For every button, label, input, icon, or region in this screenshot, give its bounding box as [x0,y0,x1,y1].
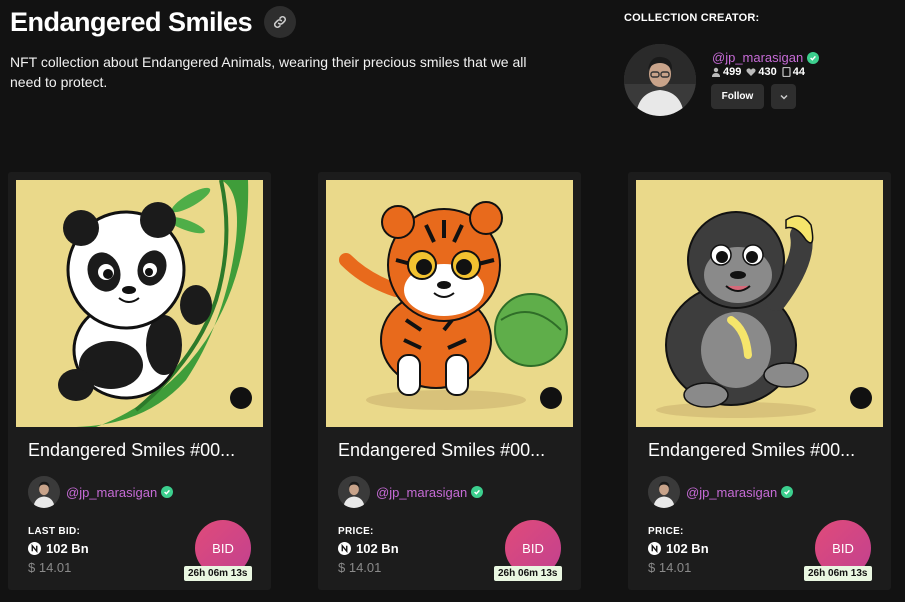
usd-price: $ 14.01 [28,560,72,575]
price-value: 102 Bn [46,541,89,556]
title-row: Endangered Smiles [10,6,297,38]
near-token-icon [28,542,41,555]
verified-icon [161,486,174,498]
near-token-icon [648,542,661,555]
copy-link-button[interactable] [264,6,297,38]
auction-timer: 26h 06m 13s [804,566,872,581]
likes-stat: 430 [746,66,777,78]
creator-handle[interactable]: @jp_marasigan [712,50,803,65]
price-label: PRICE: [648,526,684,537]
more-options-button[interactable] [771,84,796,109]
auction-timer: 26h 06m 13s [184,566,252,581]
nft-owner[interactable]: @jp_marasigan [28,476,174,508]
creator-handle-row[interactable]: @jp_marasigan [712,50,820,65]
items-stat: 44 [782,66,805,78]
owner-handle[interactable]: @jp_marasigan [686,485,777,500]
verified-icon [471,486,484,498]
usd-price: $ 14.01 [648,560,692,575]
heart-icon [746,68,756,76]
follow-button[interactable]: Follow [711,84,764,109]
user-icon [712,67,720,77]
price-label: LAST BID: [28,526,81,537]
owner-avatar[interactable] [648,476,680,508]
items-count: 44 [792,66,805,78]
auction-timer: 26h 06m 13s [494,566,562,581]
nft-card[interactable]: Endangered Smiles #00... @jp_marasigan L… [8,172,271,590]
creator-stats: 499 430 44 [711,66,810,78]
price-label: PRICE: [338,526,374,537]
link-icon [274,15,287,29]
followers-stat: 499 [711,66,741,78]
creator-label: COLLECTION CREATOR: [624,12,760,24]
nft-owner[interactable]: @jp_marasigan [338,476,484,508]
near-token-icon [338,542,351,555]
nft-image[interactable] [16,180,263,427]
nft-title[interactable]: Endangered Smiles #00... [28,440,260,461]
nft-title[interactable]: Endangered Smiles #00... [338,440,570,461]
followers-count: 499 [723,66,742,78]
nft-image[interactable] [636,180,883,427]
nft-card[interactable]: Endangered Smiles #00... @jp_marasigan P… [318,172,581,590]
verified-icon [781,486,794,498]
usd-price: $ 14.01 [338,560,382,575]
chevron-down-icon [779,94,788,100]
nft-image[interactable] [326,180,573,427]
price-row: 102 Bn [338,541,399,556]
nft-card[interactable]: Endangered Smiles #00... @jp_marasigan P… [628,172,891,590]
nft-title[interactable]: Endangered Smiles #00... [648,440,880,461]
card-icon [782,67,791,77]
likes-count: 430 [758,66,777,78]
price-row: 102 Bn [28,541,89,556]
nft-owner[interactable]: @jp_marasigan [648,476,794,508]
owner-avatar[interactable] [338,476,370,508]
owner-handle[interactable]: @jp_marasigan [376,485,467,500]
owner-handle[interactable]: @jp_marasigan [66,485,157,500]
verified-icon [807,51,820,64]
owner-avatar[interactable] [28,476,60,508]
price-value: 102 Bn [356,541,399,556]
price-row: 102 Bn [648,541,709,556]
collection-description: NFT collection about Endangered Animals,… [10,54,527,90]
page-title: Endangered Smiles [10,6,253,37]
creator-avatar[interactable] [624,44,696,116]
price-value: 102 Bn [666,541,709,556]
